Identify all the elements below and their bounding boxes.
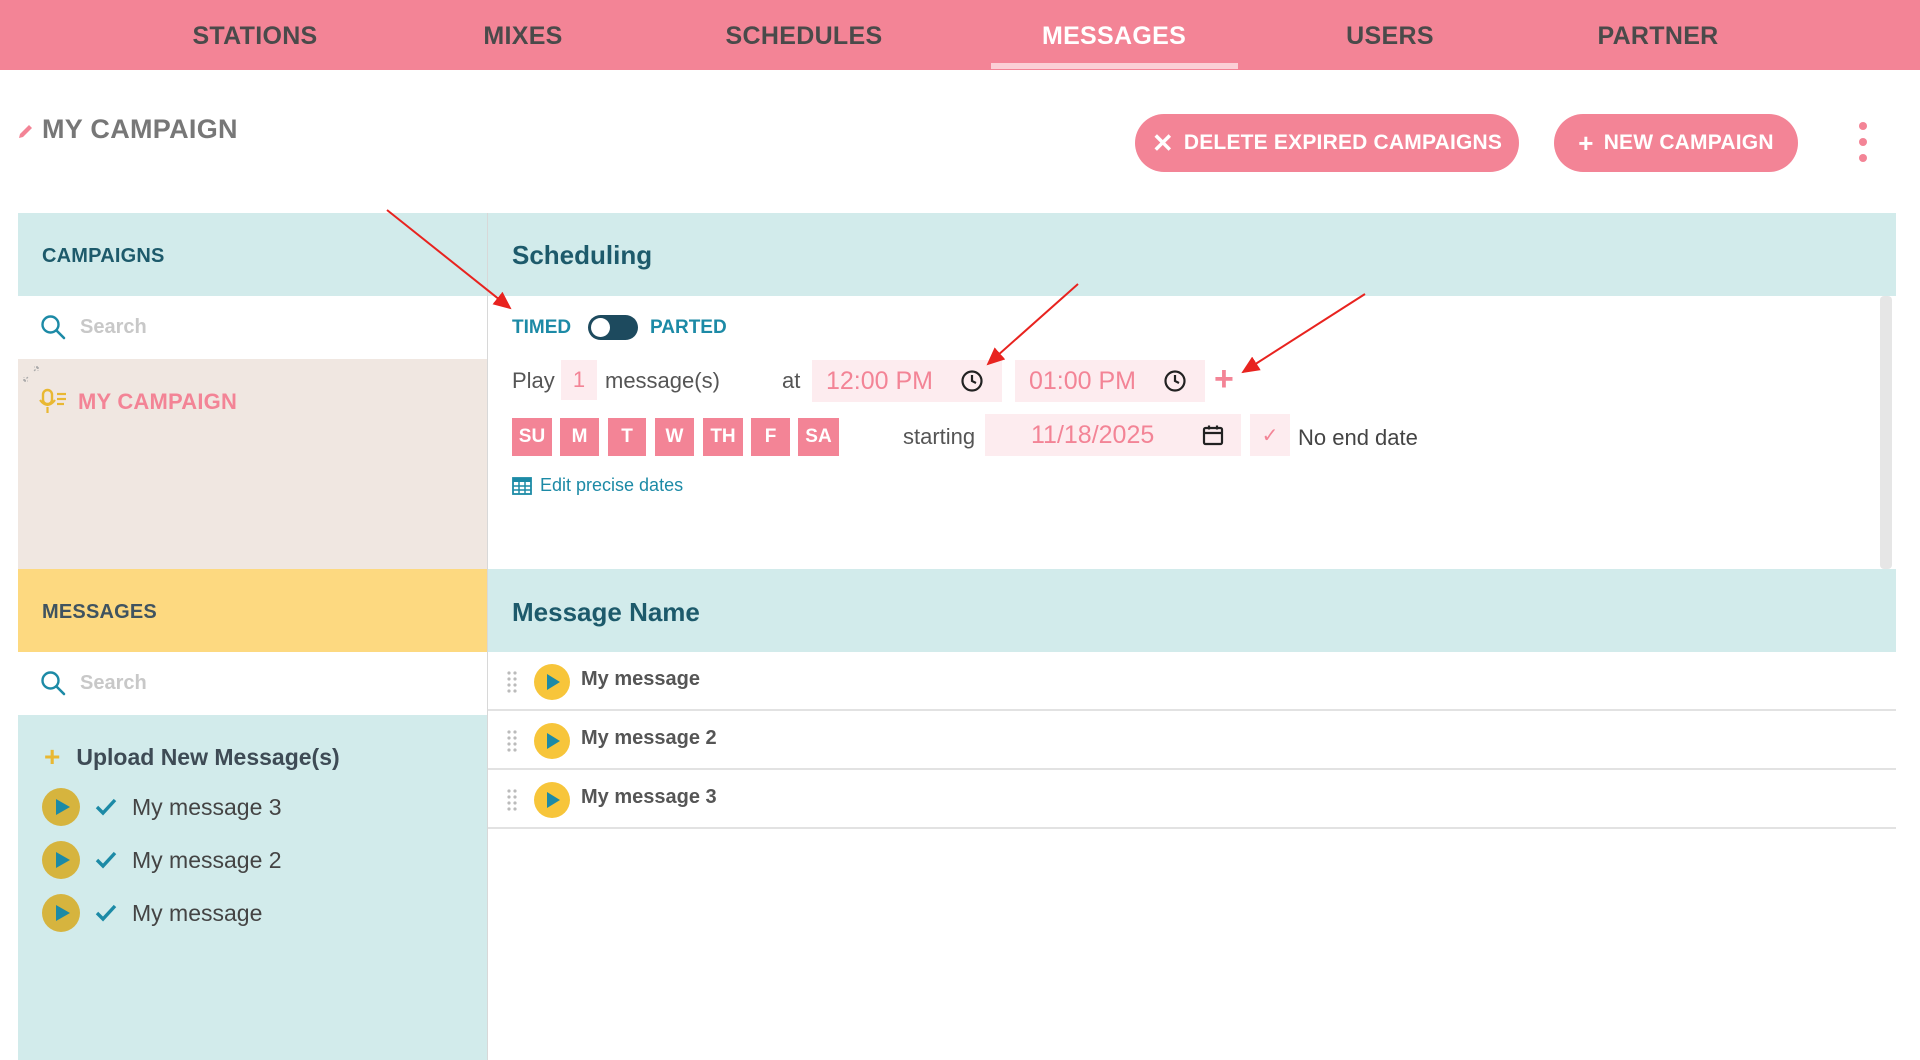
plus-icon: + [1578, 128, 1594, 158]
table-row[interactable]: My message 2 [488, 711, 1896, 770]
scheduling-header: Scheduling [488, 213, 1896, 296]
campaign-list: MY CAMPAIGN [18, 359, 488, 569]
day-sunday-button[interactable]: SU [512, 418, 552, 456]
nav-tab-partner[interactable]: PARTNER [1597, 0, 1718, 70]
new-campaign-button[interactable]: + NEW CAMPAIGN [1554, 114, 1798, 172]
expand-icon[interactable] [22, 365, 40, 383]
mode-toggle[interactable] [588, 315, 638, 340]
pencil-icon[interactable] [17, 122, 35, 140]
clock-icon[interactable] [960, 369, 984, 393]
message-search-input[interactable] [80, 666, 460, 700]
start-time-field[interactable]: 12:00 PM [812, 360, 1002, 402]
starting-label: starting [903, 424, 976, 449]
start-date-value: 11/18/2025 [1031, 420, 1155, 449]
message-name: My message [581, 668, 700, 690]
play-icon[interactable] [534, 723, 570, 759]
play-icon[interactable] [42, 788, 80, 826]
start-date-field[interactable]: 11/18/2025 [985, 414, 1241, 456]
campaigns-header: CAMPAIGNS [18, 213, 488, 296]
upload-messages-button[interactable]: + Upload New Message(s) [44, 743, 340, 771]
edit-precise-dates-link[interactable]: Edit precise dates [512, 475, 683, 496]
no-end-date-checkbox[interactable]: ✓ [1250, 414, 1290, 456]
check-icon [95, 798, 117, 816]
more-options-icon[interactable] [1855, 118, 1871, 166]
mode-parted-label: PARTED [650, 317, 727, 338]
day-tuesday-button[interactable]: T [608, 418, 646, 456]
campaign-search-input[interactable] [80, 310, 460, 344]
message-name: My message 2 [581, 727, 717, 749]
play-label: Play [512, 368, 555, 393]
play-icon[interactable] [42, 894, 80, 932]
list-item[interactable]: My message 3 [42, 788, 282, 826]
messages-title: MESSAGES [42, 601, 157, 623]
calendar-grid-icon [512, 476, 532, 495]
edit-precise-dates-label: Edit precise dates [540, 475, 684, 495]
nav-tab-messages[interactable]: MESSAGES [1042, 0, 1186, 70]
mode-timed-label: TIMED [512, 317, 572, 338]
day-monday-button[interactable]: M [560, 418, 599, 456]
end-time-value: 01:00 PM [1029, 366, 1137, 395]
end-time-field[interactable]: 01:00 PM [1015, 360, 1205, 402]
drag-handle-icon[interactable] [506, 670, 518, 694]
table-row[interactable]: My message [488, 652, 1896, 711]
day-saturday-button[interactable]: SA [798, 418, 839, 456]
play-count-field[interactable]: 1 [561, 360, 597, 400]
list-item-label: My message 3 [132, 793, 282, 820]
at-label: at [782, 368, 801, 393]
campaign-item[interactable]: MY CAMPAIGN [38, 387, 237, 417]
clock-icon[interactable] [1163, 369, 1187, 393]
message-search [18, 652, 488, 715]
play-icon[interactable] [534, 782, 570, 818]
message-library-list: + Upload New Message(s) My message 3 My … [18, 715, 488, 1060]
active-tab-indicator [991, 63, 1238, 69]
day-thursday-button[interactable]: TH [703, 418, 743, 456]
search-icon [41, 315, 66, 340]
plus-icon: + [44, 741, 61, 772]
add-time-slot-icon[interactable]: + [1214, 362, 1234, 396]
message-name: My message 3 [581, 786, 717, 808]
message-name-column-header: Message Name [512, 597, 700, 627]
delete-expired-campaigns-button[interactable]: ✕ DELETE EXPIRED CAMPAIGNS [1135, 114, 1519, 172]
no-end-date-label: No end date [1298, 425, 1418, 450]
list-item-label: My message [132, 899, 263, 926]
nav-tab-users[interactable]: USERS [1346, 0, 1434, 70]
top-nav: STATIONS MIXES SCHEDULES MESSAGES USERS … [0, 0, 1920, 70]
start-time-value: 12:00 PM [826, 366, 934, 395]
scrollbar[interactable] [1880, 296, 1892, 569]
toggle-knob [591, 318, 610, 337]
drag-handle-icon[interactable] [506, 729, 518, 753]
campaign-search [18, 296, 488, 359]
search-icon [41, 671, 66, 696]
check-icon [95, 851, 117, 869]
message-name-header: Message Name [488, 569, 1896, 652]
nav-tab-schedules[interactable]: SCHEDULES [726, 0, 883, 70]
drag-handle-icon[interactable] [506, 788, 518, 812]
play-icon[interactable] [42, 841, 80, 879]
calendar-icon[interactable] [1201, 423, 1225, 447]
check-icon [95, 904, 117, 922]
list-item[interactable]: My message [42, 894, 262, 932]
new-campaign-label: NEW CAMPAIGN [1603, 131, 1774, 154]
app-root: STATIONS MIXES SCHEDULES MESSAGES USERS … [0, 0, 1920, 1060]
delete-expired-campaigns-label: DELETE EXPIRED CAMPAIGNS [1183, 131, 1503, 154]
play-icon[interactable] [534, 664, 570, 700]
day-wednesday-button[interactable]: W [655, 418, 694, 456]
messages-header: MESSAGES [18, 569, 488, 652]
day-friday-button[interactable]: F [751, 418, 790, 456]
list-item-label: My message 2 [132, 846, 282, 873]
nav-tab-stations[interactable]: STATIONS [192, 0, 317, 70]
campaign-item-label: MY CAMPAIGN [78, 389, 238, 414]
campaigns-title: CAMPAIGNS [42, 245, 165, 267]
nav-tab-mixes[interactable]: MIXES [483, 0, 562, 70]
list-item[interactable]: My message 2 [42, 841, 282, 879]
table-row[interactable]: My message 3 [488, 770, 1896, 829]
messages-unit-label: message(s) [605, 368, 720, 393]
close-icon: ✕ [1151, 128, 1174, 158]
upload-messages-label: Upload New Message(s) [76, 743, 340, 770]
microphone-icon [39, 388, 66, 413]
scheduling-title: Scheduling [512, 240, 653, 270]
page-title: MY CAMPAIGN [42, 114, 238, 144]
